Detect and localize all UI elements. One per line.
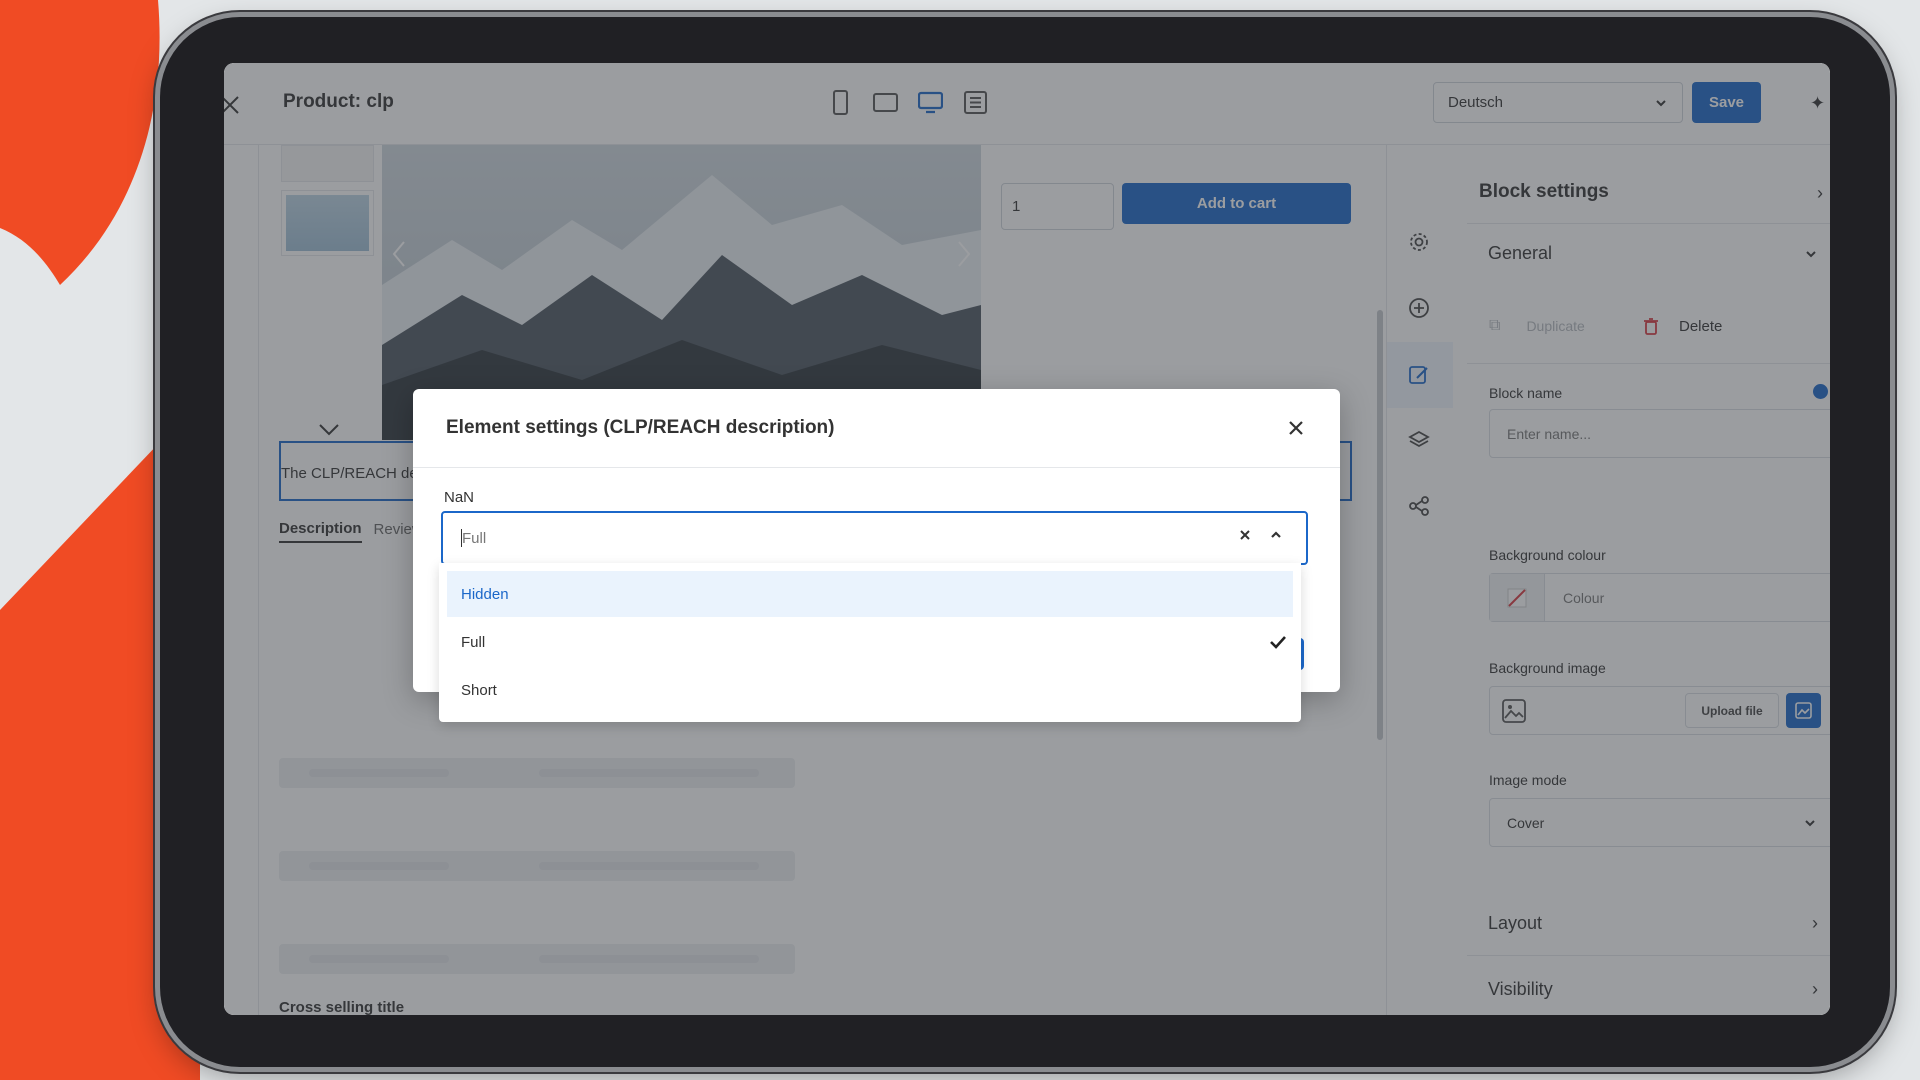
checkmark-icon <box>1270 636 1286 649</box>
chevron-up-icon[interactable] <box>1269 528 1283 546</box>
option-label: Full <box>461 633 486 651</box>
option-hidden[interactable]: Hidden <box>447 571 1293 617</box>
clear-icon[interactable] <box>1239 528 1251 546</box>
option-label: Hidden <box>461 585 509 603</box>
select-value: Full <box>462 529 487 547</box>
option-full[interactable]: Full <box>447 619 1293 665</box>
display-mode-dropdown: Hidden Full Short <box>439 563 1301 722</box>
modal-close-icon[interactable] <box>1287 419 1305 442</box>
option-label: Short <box>461 681 497 699</box>
editor-screen: Product: clp Deutsch Save ✦ <box>224 63 1830 1015</box>
option-short[interactable]: Short <box>447 667 1293 713</box>
modal-field-label: NaN <box>444 489 475 506</box>
modal-title: Element settings (CLP/REACH description) <box>446 417 835 438</box>
display-mode-select[interactable]: Full <box>441 511 1308 565</box>
